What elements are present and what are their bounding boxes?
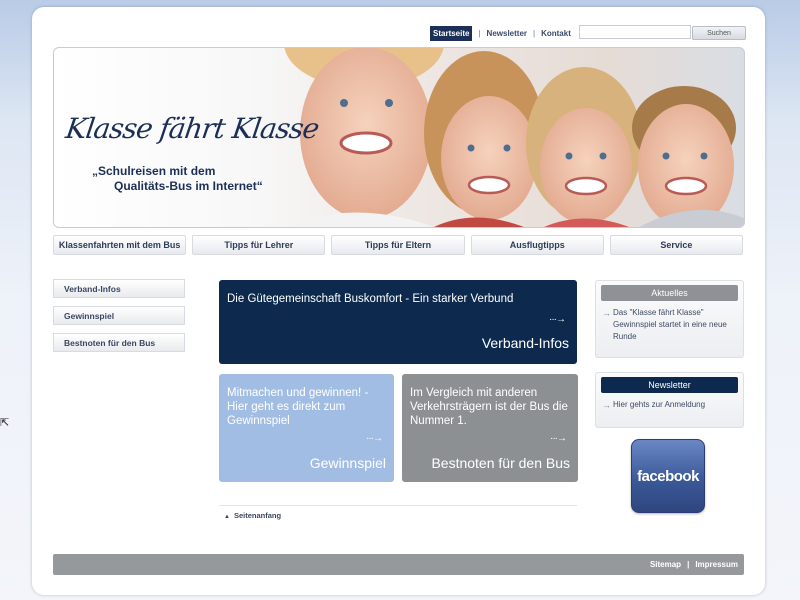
tile-verband-infos[interactable]: Die Gütegemeinschaft Buskomfort - Ein st… <box>219 280 577 364</box>
footer-separator: | <box>687 560 690 569</box>
arrow-right-icon: → <box>602 308 611 318</box>
arrow-right-icon: ···→ <box>550 433 567 444</box>
mainnav-ausflugtipps[interactable]: Ausflugtipps <box>470 235 604 255</box>
tagline-line-1: „Schulreisen mit dem <box>92 164 216 178</box>
footer-bar: Sitemap | Impressum <box>53 554 744 575</box>
chevron-up-icon: ▲ <box>224 514 230 520</box>
sidebar-item-bestnoten[interactable]: Bestnoten für den Bus <box>53 333 185 352</box>
newsletter-text: Hier gehts zur Anmeldung <box>613 400 706 409</box>
aktuelles-title: Aktuelles <box>601 285 738 301</box>
banner-tagline: „Schulreisen mit dem Qualitäts-Bus im In… <box>92 164 263 194</box>
mainnav-tipps-eltern[interactable]: Tipps für Eltern <box>331 235 465 255</box>
tagline-line-2: Qualitäts-Bus im Internet“ <box>114 179 263 193</box>
back-to-top-link[interactable]: ▲ Seitenanfang <box>224 511 281 520</box>
aktuelles-box: Aktuelles → Das "Klasse fährt Klasse" Ge… <box>595 280 744 358</box>
tile-text: Mitmachen und gewinnen! - Hier geht es d… <box>227 387 369 427</box>
arrow-right-icon: ···→ <box>549 314 566 325</box>
nav-contact-link[interactable]: Kontakt <box>541 29 571 38</box>
mainnav-tipps-lehrer[interactable]: Tipps für Lehrer <box>192 235 326 255</box>
banner-title: Klasse fährt Klasse <box>63 112 321 145</box>
tile-label: Bestnoten für den Bus <box>431 455 570 471</box>
newsletter-box: Newsletter → Hier gehts zur Anmeldung <box>595 372 744 428</box>
tile-text: Die Gütegemeinschaft Buskomfort - Ein st… <box>227 293 514 305</box>
search-button[interactable]: Suchen <box>692 26 746 40</box>
tile-text: Im Vergleich mit anderen Verkehrsträgern… <box>410 387 568 427</box>
footer-impressum-link[interactable]: Impressum <box>695 560 738 569</box>
header-banner: Klasse fährt Klasse „Schulreisen mit dem… <box>53 47 745 228</box>
sidebar-navigation: Verband-Infos Gewinnspiel Bestnoten für … <box>53 279 185 360</box>
nav-separator: | <box>533 29 536 38</box>
tile-label: Gewinnspiel <box>309 455 386 471</box>
newsletter-title: Newsletter <box>601 377 738 393</box>
mouse-cursor-icon: ⇱ <box>0 417 10 429</box>
nav-separator: | <box>478 29 481 38</box>
tile-gewinnspiel[interactable]: Mitmachen und gewinnen! - Hier geht es d… <box>219 374 394 482</box>
newsletter-link[interactable]: → Hier gehts zur Anmeldung <box>596 397 743 417</box>
facebook-button[interactable]: facebook <box>631 439 705 513</box>
footer-sitemap-link[interactable]: Sitemap <box>650 560 681 569</box>
page-container: Startseite | Newsletter | Kontakt Suchen <box>32 7 765 595</box>
aktuelles-text: Das "Klasse fährt Klasse" Gewinnspiel st… <box>613 308 727 341</box>
mainnav-klassenfahrten[interactable]: Klassenfahrten mit dem Bus <box>53 235 187 255</box>
top-navigation: Startseite | Newsletter | Kontakt <box>430 26 571 41</box>
sidebar-item-gewinnspiel[interactable]: Gewinnspiel <box>53 306 185 325</box>
search-input[interactable] <box>579 25 691 39</box>
divider <box>219 505 577 506</box>
mainnav-service[interactable]: Service <box>609 235 744 255</box>
sidebar-item-verband-infos[interactable]: Verband-Infos <box>53 279 185 298</box>
nav-newsletter-link[interactable]: Newsletter <box>487 29 527 38</box>
arrow-right-icon: → <box>602 400 611 410</box>
aktuelles-link[interactable]: → Das "Klasse fährt Klasse" Gewinnspiel … <box>596 305 743 349</box>
nav-home-link[interactable]: Startseite <box>430 26 473 41</box>
tile-bestnoten[interactable]: Im Vergleich mit anderen Verkehrsträgern… <box>402 374 578 482</box>
main-navigation: Klassenfahrten mit dem Bus Tipps für Leh… <box>53 235 744 255</box>
facebook-logo-text: facebook <box>637 467 699 485</box>
back-to-top-label: Seitenanfang <box>233 511 282 520</box>
arrow-right-icon: ···→ <box>366 433 383 444</box>
tile-label: Verband-Infos <box>481 335 569 351</box>
